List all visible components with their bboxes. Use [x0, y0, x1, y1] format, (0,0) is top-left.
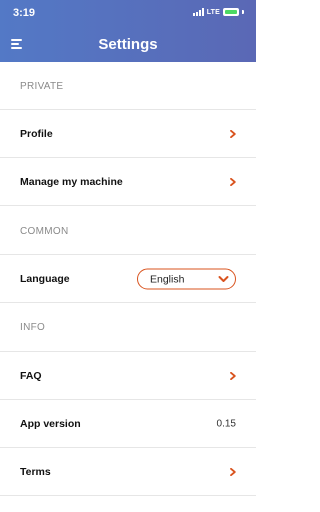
row-label: App version: [20, 417, 81, 430]
chevron-right-icon: [230, 371, 236, 380]
page-title: Settings: [98, 36, 158, 53]
row-label: Terms: [20, 465, 51, 478]
settings-row-manage-machine[interactable]: Manage my machine: [0, 157, 256, 205]
chevron-right-icon: [230, 129, 236, 138]
chevron-down-icon: [218, 275, 229, 282]
language-value: English: [150, 273, 185, 285]
section-divider: [0, 495, 256, 496]
row-label: Language: [20, 272, 70, 285]
settings-row-app-version: App version 0.15: [0, 399, 256, 447]
section-label-private: PRIVATE: [20, 81, 64, 92]
app-version-value: 0.15: [216, 418, 236, 429]
status-bar: 3:19 LTE: [0, 0, 256, 26]
settings-row-profile[interactable]: Profile: [0, 109, 256, 157]
status-indicators: LTE: [192, 8, 244, 16]
app-header: 3:19 LTE Settings: [0, 0, 256, 62]
status-time: 3:19: [13, 7, 36, 19]
section-divider: [0, 205, 256, 206]
chevron-right-icon: [230, 177, 236, 186]
battery-icon: [223, 8, 239, 16]
section-label-info: INFO: [20, 322, 46, 333]
signal-icon: [192, 8, 204, 16]
settings-row-faq[interactable]: FAQ: [0, 351, 256, 399]
chevron-right-icon: [230, 467, 236, 476]
network-label: LTE: [206, 8, 220, 16]
row-label: FAQ: [20, 369, 42, 382]
section-divider: [0, 302, 256, 303]
row-label: Manage my machine: [20, 175, 123, 188]
section-label-common: COMMON: [20, 226, 69, 237]
settings-row-terms[interactable]: Terms: [0, 447, 256, 495]
settings-row-language: Language English: [0, 254, 256, 302]
language-select[interactable]: English: [137, 268, 236, 289]
row-label: Profile: [20, 127, 53, 140]
